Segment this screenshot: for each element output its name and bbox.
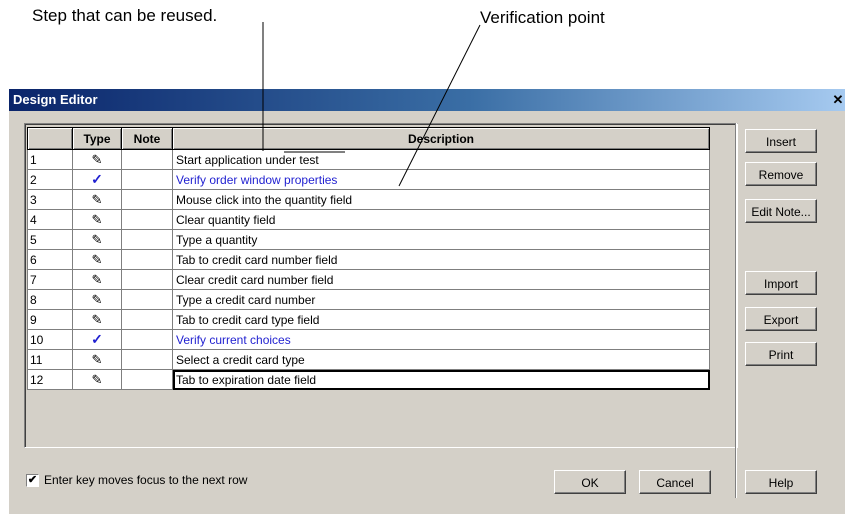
description-cell[interactable]: Verify order window properties	[172, 169, 710, 190]
reusable-step-icon: ✎	[91, 191, 103, 207]
type-cell[interactable]: ✎	[72, 209, 122, 230]
table-row[interactable]: 3 ✎ Mouse click into the quantity field	[27, 189, 710, 210]
cancel-button[interactable]: Cancel	[639, 470, 711, 494]
type-cell[interactable]: ✓	[72, 169, 122, 190]
import-button[interactable]: Import	[745, 271, 817, 295]
reusable-step-icon: ✎	[91, 351, 103, 367]
note-cell[interactable]	[121, 169, 173, 190]
table-row[interactable]: 12 ✎ Tab to expiration date field	[27, 369, 710, 390]
description-cell[interactable]: Mouse click into the quantity field	[172, 189, 710, 210]
table-header-row: Type Note Description	[27, 127, 710, 150]
table-row[interactable]: 8 ✎ Type a credit card number	[27, 289, 710, 310]
print-button[interactable]: Print	[745, 342, 817, 366]
reusable-step-icon: ✎	[91, 151, 103, 167]
description-cell[interactable]: Type a credit card number	[172, 289, 710, 310]
window-title: Design Editor	[13, 92, 98, 107]
note-cell[interactable]	[121, 329, 173, 350]
table-row[interactable]: 9 ✎ Tab to credit card type field	[27, 309, 710, 330]
row-number-cell[interactable]: 1	[27, 149, 73, 170]
reusable-step-icon: ✎	[91, 371, 103, 387]
verification-point-icon: ✓	[91, 171, 103, 187]
reusable-step-icon: ✎	[91, 231, 103, 247]
reusable-step-icon: ✎	[91, 271, 103, 287]
row-number-cell[interactable]: 3	[27, 189, 73, 210]
enter-key-label[interactable]: Enter key moves focus to the next row	[44, 473, 247, 487]
note-cell[interactable]	[121, 349, 173, 370]
note-cell[interactable]	[121, 189, 173, 210]
button-column-divider	[735, 123, 737, 498]
help-button[interactable]: Help	[745, 470, 817, 494]
type-cell[interactable]: ✎	[72, 229, 122, 250]
steps-table: Type Note Description 1 ✎ Start applicatio…	[27, 127, 710, 390]
table-row[interactable]: 5 ✎ Type a quantity	[27, 229, 710, 250]
description-cell[interactable]: Clear credit card number field	[172, 269, 710, 290]
note-cell[interactable]	[121, 249, 173, 270]
reusable-step-icon: ✎	[91, 251, 103, 267]
row-number-cell[interactable]: 8	[27, 289, 73, 310]
note-cell[interactable]	[121, 309, 173, 330]
reusable-step-icon: ✎	[91, 211, 103, 227]
ok-button[interactable]: OK	[554, 470, 626, 494]
callout-reusable-step: Step that can be reused.	[32, 6, 218, 25]
row-number-cell[interactable]: 6	[27, 249, 73, 270]
type-cell[interactable]: ✎	[72, 149, 122, 170]
type-cell[interactable]: ✎	[72, 189, 122, 210]
table-row[interactable]: 4 ✎ Clear quantity field	[27, 209, 710, 230]
row-number-cell[interactable]: 12	[27, 369, 73, 390]
steps-grid: Type Note Description 1 ✎ Start applicatio…	[24, 123, 738, 448]
table-row[interactable]: 11 ✎ Select a credit card type	[27, 349, 710, 370]
note-cell[interactable]	[121, 229, 173, 250]
type-cell[interactable]: ✎	[72, 349, 122, 370]
verification-point-icon: ✓	[91, 331, 103, 347]
row-number-cell[interactable]: 7	[27, 269, 73, 290]
close-icon[interactable]: ✕	[831, 91, 845, 108]
row-number-cell[interactable]: 4	[27, 209, 73, 230]
description-cell[interactable]: Type a quantity	[172, 229, 710, 250]
export-button[interactable]: Export	[745, 307, 817, 331]
row-number-cell[interactable]: 10	[27, 329, 73, 350]
insert-button[interactable]: Insert	[745, 129, 817, 153]
table-row[interactable]: 2 ✓ Verify order window properties	[27, 169, 710, 190]
type-cell[interactable]: ✓	[72, 329, 122, 350]
header-type[interactable]: Type	[72, 127, 122, 150]
note-cell[interactable]	[121, 289, 173, 310]
type-cell[interactable]: ✎	[72, 369, 122, 390]
remove-button[interactable]: Remove	[745, 162, 817, 186]
row-number-cell[interactable]: 11	[27, 349, 73, 370]
row-number-cell[interactable]: 2	[27, 169, 73, 190]
description-cell[interactable]: Verify current choices	[172, 329, 710, 350]
note-cell[interactable]	[121, 369, 173, 390]
reusable-step-icon: ✎	[91, 291, 103, 307]
header-description[interactable]: Description	[172, 127, 710, 150]
row-number-cell[interactable]: 9	[27, 309, 73, 330]
callout-verification-point: Verification point	[480, 8, 605, 27]
table-row[interactable]: 6 ✎ Tab to credit card number field	[27, 249, 710, 270]
reusable-step-icon: ✎	[91, 311, 103, 327]
description-cell[interactable]: Tab to expiration date field	[172, 369, 710, 390]
header-note[interactable]: Note	[121, 127, 173, 150]
edit-note-button[interactable]: Edit Note...	[745, 199, 817, 223]
description-cell[interactable]: Tab to credit card type field	[172, 309, 710, 330]
table-row[interactable]: 7 ✎ Clear credit card number field	[27, 269, 710, 290]
note-cell[interactable]	[121, 209, 173, 230]
description-cell[interactable]: Tab to credit card number field	[172, 249, 710, 270]
note-cell[interactable]	[121, 149, 173, 170]
table-row[interactable]: 10 ✓ Verify current choices	[27, 329, 710, 350]
description-cell[interactable]: Clear quantity field	[172, 209, 710, 230]
design-editor-dialog: Design Editor ✕ Type Note Description 1 ✎…	[9, 89, 845, 514]
title-bar[interactable]: Design Editor ✕	[9, 89, 845, 111]
note-cell[interactable]	[121, 269, 173, 290]
type-cell[interactable]: ✎	[72, 309, 122, 330]
row-number-cell[interactable]: 5	[27, 229, 73, 250]
type-cell[interactable]: ✎	[72, 249, 122, 270]
header-row-number[interactable]	[27, 127, 73, 150]
type-cell[interactable]: ✎	[72, 269, 122, 290]
description-cell[interactable]: Select a credit card type	[172, 349, 710, 370]
type-cell[interactable]: ✎	[72, 289, 122, 310]
description-cell[interactable]: Start application under test	[172, 149, 710, 170]
enter-key-checkbox[interactable]: ✔	[26, 474, 39, 487]
table-row[interactable]: 1 ✎ Start application under test	[27, 149, 710, 170]
